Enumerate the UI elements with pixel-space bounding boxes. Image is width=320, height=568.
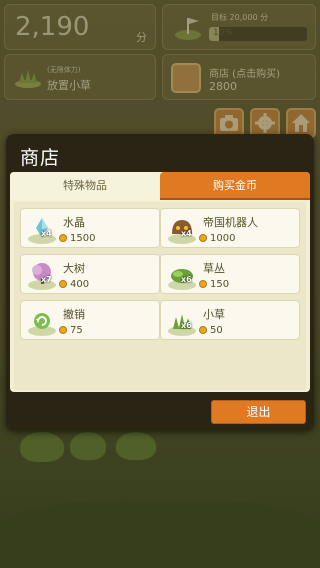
shop-item-tree[interactable]: x7 大树 400 <box>20 254 160 294</box>
dialog-title: 商店 <box>20 147 61 169</box>
undo-icon <box>28 313 56 336</box>
item-quantity: x6 <box>181 321 192 330</box>
item-name: 帝国机器人 <box>203 216 258 229</box>
item-price-row: 400 <box>59 277 89 291</box>
tab-buy-coins[interactable]: 购买金币 <box>160 172 310 200</box>
item-name: 水晶 <box>63 216 85 229</box>
shop-item-undo[interactable]: 撤销 75 <box>20 300 160 340</box>
item-quantity: x4 <box>181 229 192 238</box>
item-price-row: 50 <box>199 323 223 337</box>
item-grid: x4 水晶 1500 x4 帝国机器人 1000 x7 大树 400 x6 草丛… <box>14 202 306 390</box>
item-quantity: x7 <box>41 275 52 284</box>
item-price: 150 <box>210 278 230 290</box>
coin-icon <box>59 280 67 288</box>
item-name: 小草 <box>203 308 225 321</box>
shop-item-grass[interactable]: x6 小草 50 <box>160 300 300 340</box>
item-name: 撤销 <box>63 308 85 321</box>
item-price-row: 75 <box>59 323 83 337</box>
coin-icon <box>199 234 207 242</box>
coin-icon <box>59 234 67 242</box>
item-price: 50 <box>210 324 223 336</box>
shop-content: 特殊物品 购买金币 x4 水晶 1500 x4 帝国机器人 1000 x7 大树… <box>10 172 310 392</box>
coin-icon <box>199 326 207 334</box>
exit-button[interactable]: 退出 <box>211 400 306 424</box>
item-quantity: x6 <box>181 275 192 284</box>
shop-dialog: 商店 特殊物品 购买金币 x4 水晶 1500 x4 帝国机器人 1000 x7… <box>6 134 314 430</box>
item-price: 1000 <box>210 232 236 244</box>
shop-item-crystal[interactable]: x4 水晶 1500 <box>20 208 160 248</box>
item-quantity: x4 <box>41 229 52 238</box>
shop-item-bush[interactable]: x6 草丛 150 <box>160 254 300 294</box>
coin-icon <box>59 326 67 334</box>
item-name: 大树 <box>63 262 85 275</box>
item-price: 75 <box>70 324 83 336</box>
item-price: 1500 <box>70 232 96 244</box>
item-price-row: 1000 <box>199 231 235 245</box>
coin-icon <box>199 280 207 288</box>
item-price-row: 1500 <box>59 231 95 245</box>
tab-special-items[interactable]: 特殊物品 <box>10 172 160 200</box>
item-price-row: 150 <box>199 277 229 291</box>
item-price: 400 <box>70 278 90 290</box>
item-name: 草丛 <box>203 262 225 275</box>
shop-item-robot[interactable]: x4 帝国机器人 1000 <box>160 208 300 248</box>
